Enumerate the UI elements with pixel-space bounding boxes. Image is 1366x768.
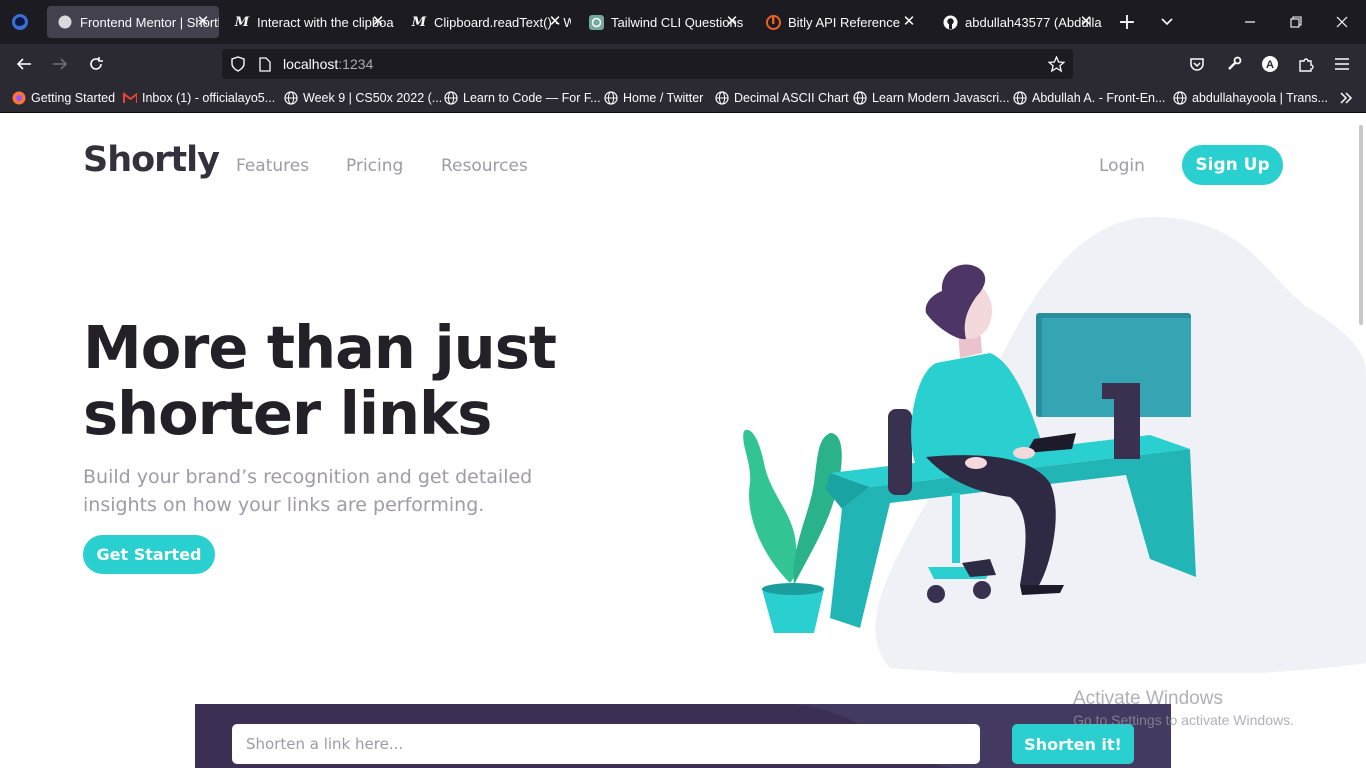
plant [743,429,842,633]
globe-icon [284,91,298,105]
site-logo[interactable]: Shortly [83,140,220,180]
bookmark-twitter[interactable]: Home / Twitter [604,84,703,112]
shield-icon[interactable] [228,54,248,74]
pocket-icon[interactable] [1187,54,1207,74]
url-text[interactable]: localhost:1234 [283,49,373,79]
bookmark-modern-javascript[interactable]: Learn Modern Javascri... [853,84,1010,112]
globe-icon [1013,91,1027,105]
close-window-icon[interactable] [1332,12,1352,32]
gmail-icon [123,91,137,105]
mdn-icon: M [411,14,427,30]
bookmark-getting-started[interactable]: Getting Started [12,84,115,112]
bookmark-label: abdullahayoola | Trans... [1192,91,1328,105]
bookmark-label: Learn Modern Javascri... [872,91,1010,105]
watermark-subtitle: Go to Settings to activate Windows. [1073,712,1294,728]
close-tab-icon[interactable]: ✕ [547,14,563,30]
address-bar[interactable]: localhost:1234 [222,49,1073,79]
close-tab-icon[interactable]: ✕ [724,14,740,30]
page-scrollbar-thumb[interactable] [1359,125,1363,325]
list-tabs-chevron-icon[interactable] [1157,12,1177,32]
bookmark-label: Home / Twitter [623,91,704,105]
shorten-form: Shorten it! [195,704,1171,768]
bookmark-label: Abdullah A. - Front-En... [1032,91,1166,105]
bookmark-label: Learn to Code — For F... [463,91,601,105]
frontend-mentor-icon [57,14,73,30]
svg-text:A: A [1266,59,1274,71]
bookmark-gmail-inbox[interactable]: Inbox (1) - officialayo5... [123,84,275,112]
close-tab-icon[interactable]: ✕ [195,14,211,30]
hero-subtitle: Build your brand’s recognition and get d… [83,466,533,516]
bookmarks-overflow-chevron-icon[interactable] [1336,88,1356,108]
globe-icon [444,91,458,105]
forward-arrow-icon[interactable] [50,54,70,74]
account-avatar-icon[interactable]: A [1260,54,1280,74]
wrench-icon[interactable] [1224,54,1244,74]
bookmark-star-icon[interactable] [1046,54,1066,74]
tab-frontend-mentor[interactable]: Frontend Mentor | Shortly ✕ [47,6,219,38]
reload-icon[interactable] [86,54,106,74]
bookmark-cs50x[interactable]: Week 9 | CS50x 2022 (... [284,84,442,112]
tab-tailwind-cli[interactable]: Tailwind CLI Questions ✕ [578,6,748,38]
firefox-menu-icon[interactable] [10,12,30,32]
chatgpt-icon [588,14,604,30]
tab-clipboard-readtext[interactable]: M Clipboard.readText() - Web ✕ [401,6,571,38]
bookmark-label: Decimal ASCII Chart [734,91,849,105]
minimize-window-icon[interactable] [1240,12,1260,32]
close-tab-icon[interactable]: ✕ [1078,14,1094,30]
globe-icon [853,91,867,105]
mdn-icon: M [234,14,250,30]
tab-clipboard-interact[interactable]: M Interact with the clipboard ✕ [224,6,394,38]
github-icon [942,14,958,30]
bookmark-ascii-chart[interactable]: Decimal ASCII Chart [715,84,849,112]
nav-resources-link[interactable]: Resources [441,156,528,176]
new-tab-icon[interactable]: + [1117,10,1137,35]
url-host: localhost [283,56,339,72]
extensions-puzzle-icon[interactable] [1296,54,1316,74]
bookmark-transcript[interactable]: abdullahayoola | Trans... [1173,84,1328,112]
working-person-illustration [743,216,1366,673]
back-arrow-icon[interactable] [14,54,34,74]
bookmarks-toolbar: Getting Started Inbox (1) - officialayo5… [0,84,1366,113]
bookmark-freecodecamp[interactable]: Learn to Code — For F... [444,84,601,112]
get-started-button[interactable]: Get Started [83,535,215,574]
login-link[interactable]: Login [1099,156,1145,176]
tab-strip: Frontend Mentor | Shortly ✕ M Interact w… [0,0,1366,44]
bookmark-label: Getting Started [31,91,116,105]
shorten-it-button[interactable]: Shorten it! [1012,724,1134,764]
url-port: :1234 [338,56,374,72]
bookmark-label: Week 9 | CS50x 2022 (... [303,91,443,105]
sign-up-button[interactable]: Sign Up [1182,145,1283,185]
nav-pricing-link[interactable]: Pricing [346,156,403,176]
hamburger-menu-icon[interactable] [1332,54,1352,74]
page-icon[interactable] [255,54,275,74]
firefox-icon [12,91,26,105]
web-page: Shortly Features Pricing Resources Login… [0,113,1366,768]
bookmark-portfolio[interactable]: Abdullah A. - Front-En... [1013,84,1165,112]
close-tab-icon[interactable]: ✕ [901,14,917,30]
bookmark-label: Inbox (1) - officialayo5... [142,91,276,105]
restore-window-icon[interactable] [1286,12,1306,32]
globe-icon [1173,91,1187,105]
globe-icon [604,91,618,105]
globe-icon [715,91,729,105]
hero-title: More than just shorter links [83,313,557,448]
watermark-title: Activate Windows [1073,688,1223,709]
windows-activation-watermark: Activate Windows Go to Settings to activ… [1073,688,1294,728]
close-tab-icon[interactable]: ✕ [370,14,386,30]
tab-github-profile[interactable]: abdullah43577 (Abdullah ✕ [932,6,1102,38]
bitly-icon [765,14,781,30]
shorten-link-input[interactable] [232,724,980,764]
tab-bitly-api[interactable]: Bitly API Reference ✕ [755,6,925,38]
nav-features-link[interactable]: Features [236,156,309,176]
